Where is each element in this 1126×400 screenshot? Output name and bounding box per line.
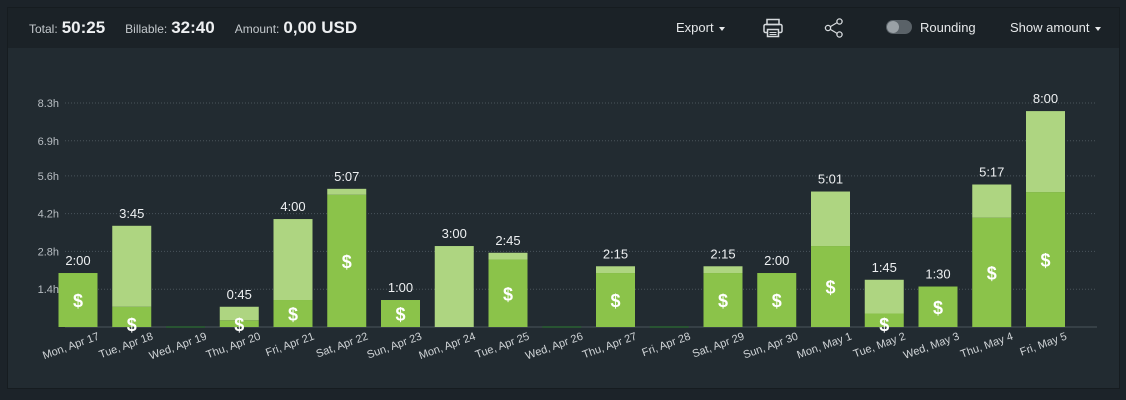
bar-total-label: 2:15 [710, 246, 735, 261]
bar-non-billable [434, 246, 474, 327]
x-tick-label: Tue, Apr 25 [474, 331, 531, 362]
bar-total-label: 4:00 [280, 199, 305, 214]
x-tick-label: Thu, May 4 [959, 331, 1015, 361]
billable-dollar-icon: $ [933, 298, 943, 318]
billable-dollar-icon: $ [772, 291, 782, 311]
x-tick-label: Sun, Apr 30 [742, 331, 800, 362]
amount-stat: Amount: 0,00 USD [235, 18, 357, 38]
bar-non-billable [703, 266, 743, 274]
export-label: Export [676, 20, 714, 35]
x-tick-label: Fri, Apr 28 [640, 331, 692, 360]
bar-non-billable [1026, 111, 1065, 193]
bar-non-billable [596, 266, 635, 274]
bar-total-label: 2:15 [603, 246, 628, 261]
chevron-down-icon [1094, 26, 1101, 31]
billable-dollar-icon: $ [879, 315, 889, 335]
x-tick-label: Mon, Apr 17 [41, 331, 101, 363]
bar-non-billable [488, 252, 528, 260]
billable-dollar-icon: $ [234, 315, 244, 335]
summary-bar: Total: 50:25 Billable: 32:40 Amount: 0,0… [8, 8, 1119, 48]
y-tick-label: 6.9h [38, 136, 59, 148]
billable-dollar-icon: $ [825, 278, 835, 298]
x-tick-label: Sun, Apr 23 [365, 331, 423, 362]
billable-dollar-icon: $ [395, 305, 405, 325]
show-amount-dropdown[interactable]: Show amount [1010, 20, 1101, 35]
billable-dollar-icon: $ [127, 315, 137, 335]
bar-total-label: 2:45 [495, 233, 520, 248]
bar-total-label: 2:00 [764, 253, 789, 268]
amount-value: 0,00 USD [283, 18, 358, 37]
x-tick-label: Thu, Apr 27 [581, 331, 639, 362]
bar-chart-svg: 1.4h 2.8h 4.2h 5.6h 6.9h 8.3h 2:00 $ Mon, Apr 17… [38, 91, 1097, 363]
x-tick-label: Wed, Apr 26 [524, 331, 585, 363]
x-tick-label: Fri, May 5 [1018, 331, 1068, 359]
y-tick-label: 8.3h [38, 98, 59, 110]
x-tick-label: Sat, Apr 22 [315, 331, 370, 361]
show-amount-label: Show amount [1010, 20, 1090, 35]
billable-stat: Billable: 32:40 [125, 18, 215, 38]
billable-dollar-icon: $ [342, 252, 352, 272]
total-label: Total: [29, 22, 58, 36]
billable-dollar-icon: $ [73, 291, 83, 311]
bar-total-label: 1:30 [925, 267, 950, 282]
billable-dollar-icon: $ [503, 284, 513, 304]
bar-total-label: 3:00 [442, 226, 467, 241]
bar-total-label: 1:45 [872, 260, 897, 275]
x-tick-label: Sat, Apr 29 [691, 331, 746, 361]
bar-total-label: 2:00 [65, 253, 90, 268]
y-tick-label: 1.4h [38, 284, 59, 296]
toggle-knob [887, 21, 899, 33]
bar-total-label: 8:00 [1033, 91, 1058, 106]
export-dropdown[interactable]: Export [676, 20, 725, 35]
y-tick-label: 5.6h [38, 171, 59, 183]
billable-value: 32:40 [171, 18, 215, 37]
rounding-toggle[interactable] [886, 20, 912, 34]
billable-dollar-icon: $ [610, 291, 620, 311]
bar-total-label: 5:01 [818, 172, 843, 187]
total-value: 50:25 [61, 18, 106, 37]
total-stat: Total: 50:25 [29, 18, 105, 38]
billable-dollar-icon: $ [1040, 251, 1050, 271]
printer-icon[interactable] [762, 17, 784, 39]
bar-non-billable [864, 279, 904, 314]
x-tick-label: Mon, Apr 24 [417, 331, 477, 363]
x-tick-label: Tue, Apr 18 [98, 331, 155, 362]
daily-hours-chart: 1.4h 2.8h 4.2h 5.6h 6.9h 8.3h 2:00 $ Mon, Apr 17… [8, 48, 1119, 388]
y-tick-label: 4.2h [38, 209, 59, 221]
amount-label: Amount: [234, 22, 280, 36]
bar-total-label: 5:17 [979, 165, 1004, 180]
x-tick-label: Wed, Apr 19 [148, 331, 209, 363]
bar-total-label: 0:45 [227, 287, 252, 302]
bar-non-billable [273, 219, 313, 301]
billable-dollar-icon: $ [718, 291, 728, 311]
billable-dollar-icon: $ [987, 263, 997, 283]
rounding-label: Rounding [920, 20, 976, 35]
x-tick-label: Thu, Apr 20 [205, 331, 263, 362]
reports-panel: Total: 50:25 Billable: 32:40 Amount: 0,0… [7, 7, 1120, 389]
bar-non-billable [972, 184, 1012, 218]
y-tick-label: 2.8h [38, 246, 59, 258]
bar-non-billable [327, 188, 367, 195]
chevron-down-icon [718, 26, 725, 31]
bar-total-label: 5:07 [334, 169, 359, 184]
x-tick-label: Wed, May 3 [902, 331, 961, 362]
billable-label: Billable: [125, 22, 168, 36]
bar-total-label: 1:00 [388, 280, 413, 295]
billable-dollar-icon: $ [288, 305, 298, 325]
x-tick-label: Mon, May 1 [795, 331, 853, 362]
x-tick-label: Fri, Apr 21 [264, 331, 316, 360]
bar-non-billable [112, 225, 152, 307]
bar-non-billable [811, 191, 850, 247]
x-tick-label: Tue, May 2 [852, 331, 907, 361]
bar-total-label: 3:45 [119, 206, 144, 221]
share-icon[interactable] [823, 17, 845, 39]
